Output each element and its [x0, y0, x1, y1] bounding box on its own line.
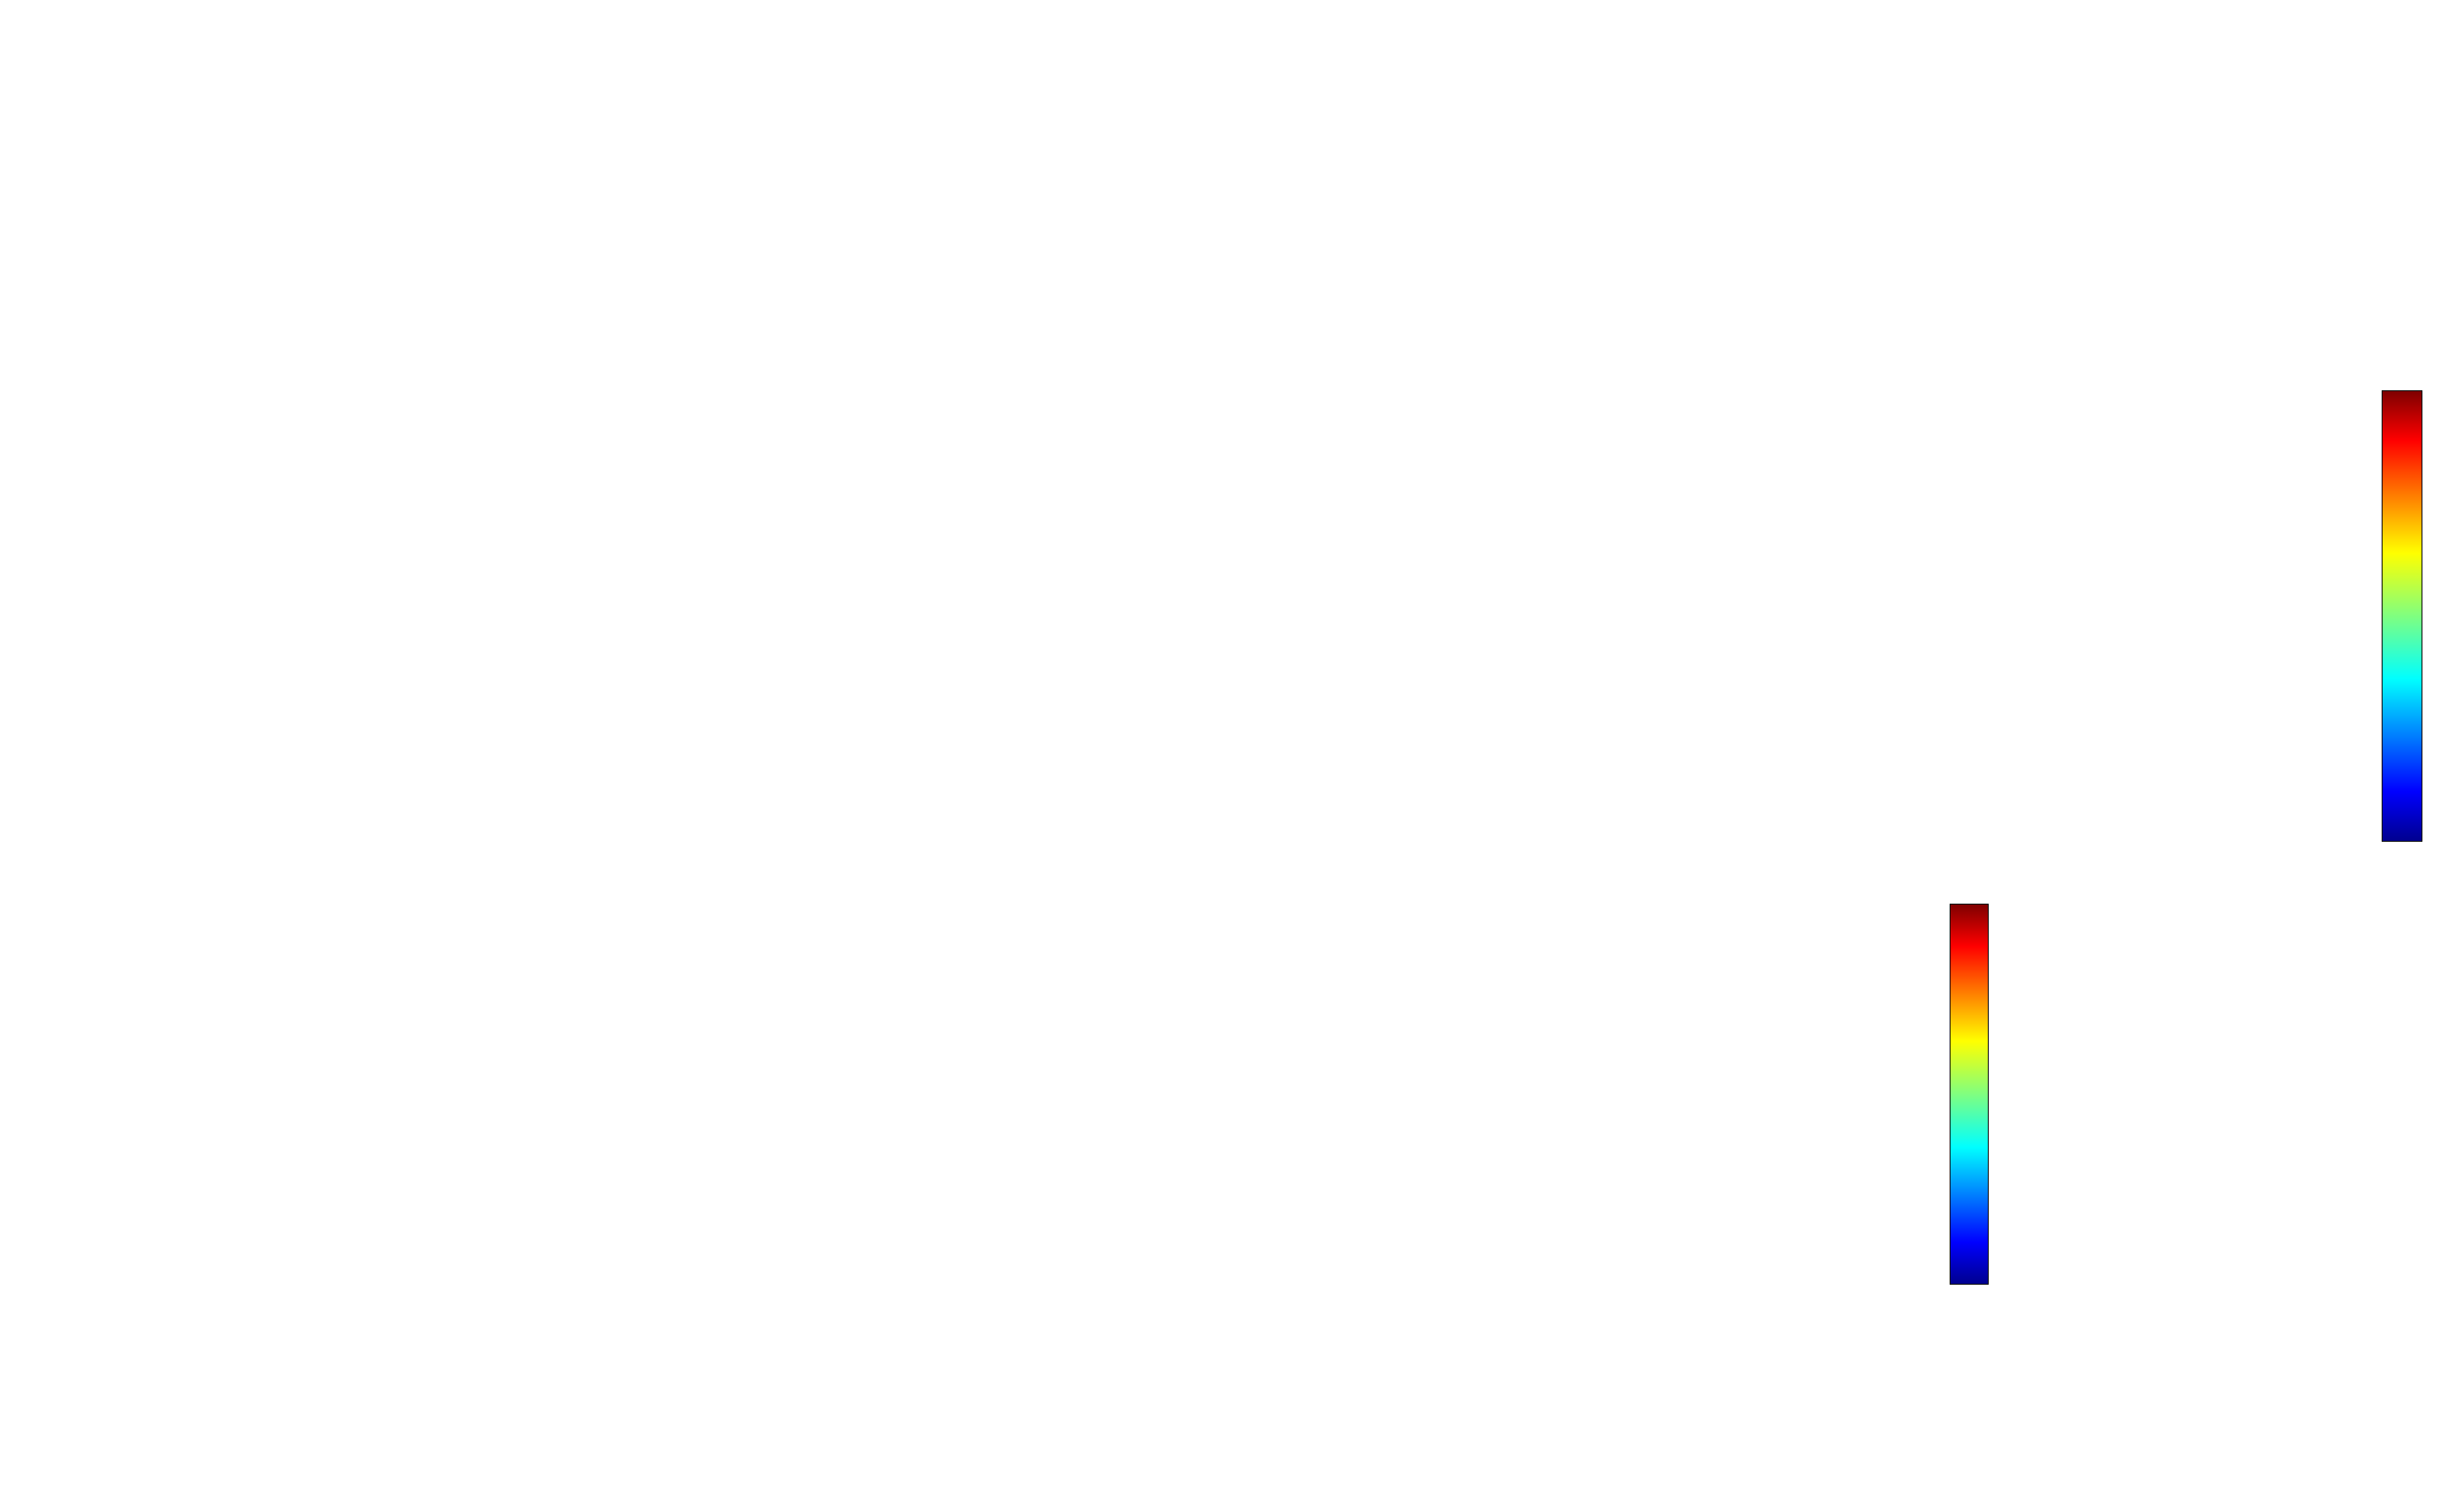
- polar-map: [1895, 389, 2354, 849]
- figure-root: [0, 0, 2464, 1490]
- prn-colorbar: [1950, 904, 1989, 1285]
- tecu-colorbar: [2382, 390, 2422, 842]
